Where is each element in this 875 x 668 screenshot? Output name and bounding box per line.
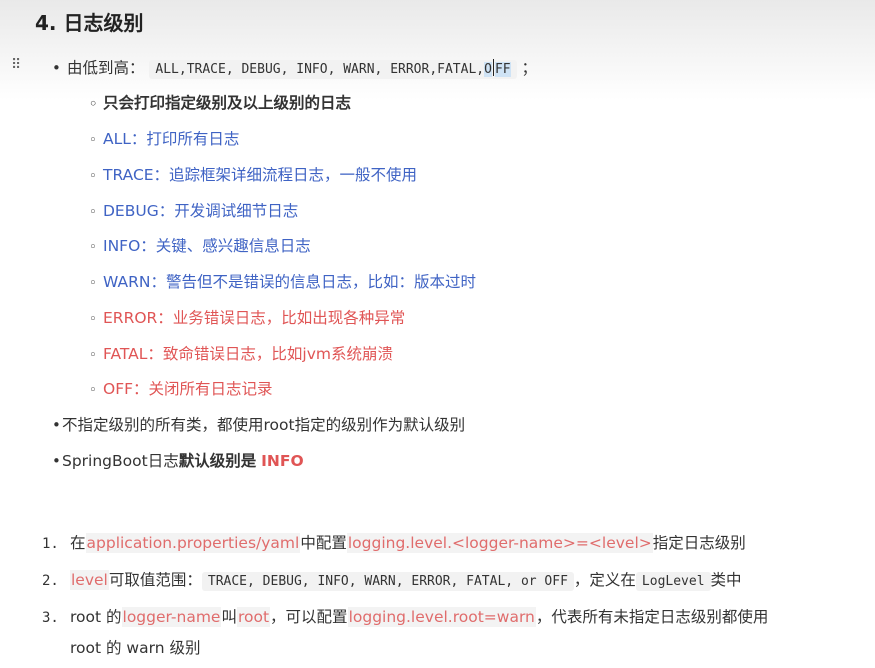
text-cursor <box>492 59 494 76</box>
numbered-item-1: 1. 在application.properties/yaml中配置logging… <box>42 533 746 553</box>
config-file-highlight: application.properties/yaml <box>85 533 301 553</box>
level-highlight: level <box>70 570 109 590</box>
default-level-value: INFO <box>261 452 304 470</box>
list-item-order: • 由低到高： ALL,TRACE, DEBUG, INFO, WARN, ER… <box>52 57 537 81</box>
sub-item-warn: ◦ WARN：警告但不是错误的信息日志，比如：版本过时 <box>89 273 476 291</box>
sub-item-fatal: ◦ FATAL：致命错误日志，比如jvm系统崩溃 <box>89 345 393 363</box>
numbered-item-3-continued: root 的 warn 级别 <box>70 639 201 657</box>
sub-item-error: ◦ ERROR：业务错误日志，比如出现各种异常 <box>89 309 406 327</box>
drag-handle-icon[interactable]: ⠿ <box>11 58 21 72</box>
loglevel-class-code: LogLevel <box>635 572 711 591</box>
root-warn-highlight: logging.level.root=warn <box>347 607 536 627</box>
logging-level-highlight: logging.level.<logger-name>=<level> <box>346 533 653 553</box>
sub-item-all: ◦ ALL：打印所有日志 <box>89 130 240 148</box>
numbered-item-3: 3. root 的logger-name叫root，可以配置logging.lev… <box>42 607 769 627</box>
level-values-code: TRACE, DEBUG, INFO, WARN, ERROR, FATAL, … <box>201 572 574 591</box>
sub-item-debug: ◦ DEBUG：开发调试细节日志 <box>89 202 299 220</box>
bullet: • <box>52 59 61 77</box>
section-heading: 4. 日志级别 <box>35 11 144 35</box>
sub-item-info: ◦ INFO：关键、感兴趣信息日志 <box>89 237 311 255</box>
order-prefix: 由低到高： <box>66 59 145 77</box>
sub-item-trace: ◦ TRACE：追踪框架详细流程日志，一般不使用 <box>89 166 418 184</box>
order-suffix: ； <box>521 59 538 77</box>
level-order-code[interactable]: ALL,TRACE, DEBUG, INFO, WARN, ERROR,FATA… <box>149 59 517 79</box>
sub-item-note: ◦ 只会打印指定级别及以上级别的日志 <box>89 94 352 112</box>
list-item-root-default: •不指定级别的所有类，都使用root指定的级别作为默认级别 <box>52 416 466 434</box>
sub-item-off: ◦ OFF：关闭所有日志记录 <box>89 380 273 398</box>
list-item-default-level: •SpringBoot日志默认级别是 INFO <box>52 452 304 470</box>
numbered-item-2: 2. level可取值范围： TRACE, DEBUG, INFO, WARN, E… <box>42 570 742 591</box>
